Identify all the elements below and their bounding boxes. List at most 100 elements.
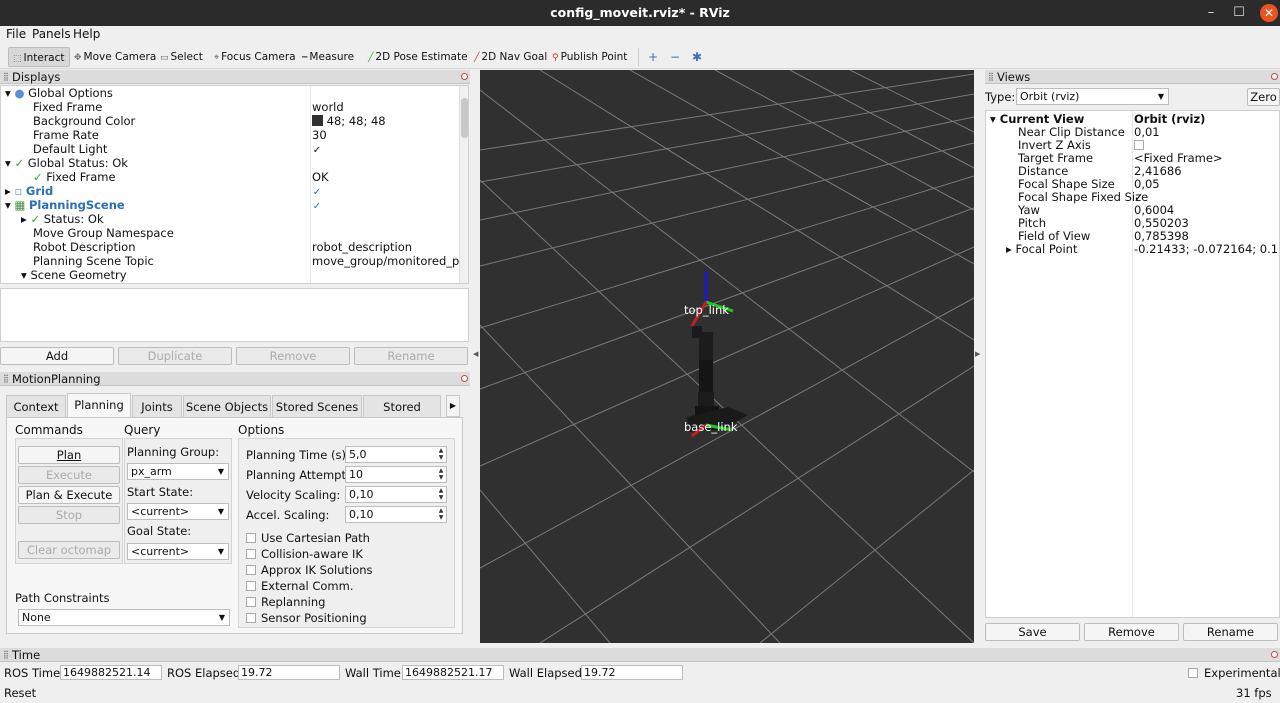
save-view-button[interactable]: Save [985, 623, 1080, 641]
path-constraints-select[interactable]: None ▼ [18, 609, 230, 626]
move-camera-tool[interactable]: ✥ Move Camera [70, 47, 160, 67]
planning-scene-checkbox[interactable]: ✓ [312, 198, 322, 212]
rename-display-button[interactable]: Rename [354, 347, 468, 365]
velocity-scaling-spinbox[interactable]: 0,10 ▲ ▼ [345, 486, 447, 503]
view-prop-label: Invert Z Axis [1018, 138, 1091, 152]
pose-estimate-tool[interactable]: ╱ 2D Pose Estimate [364, 47, 472, 67]
wall-elapsed-field[interactable]: 19.72 [581, 665, 683, 680]
planning-time-spinbox[interactable]: 5,0 ▲ ▼ [345, 446, 447, 463]
tree-row-status[interactable]: ▸ ✓ Status: Ok [21, 212, 104, 226]
interact-tool[interactable]: ⬚ Interact [8, 47, 70, 67]
tab-planning[interactable]: Planning [67, 393, 131, 417]
invert-z-checkbox[interactable] [1134, 140, 1144, 150]
add-tool-icon[interactable]: + [648, 50, 658, 64]
close-dock-icon[interactable] [461, 73, 468, 80]
remove-view-button[interactable]: Remove [1084, 623, 1179, 641]
view-prop-value[interactable]: 2,41686 [1134, 164, 1182, 178]
planning-group-select[interactable]: px_arm ▼ [127, 463, 229, 480]
tab-joints[interactable]: Joints [132, 395, 182, 417]
close-dock-icon[interactable] [461, 375, 468, 382]
remove-tool-icon[interactable]: − [670, 50, 680, 64]
fixed-frame-value[interactable]: world [312, 100, 344, 114]
view-prop-value[interactable]: 0,550203 [1134, 216, 1189, 230]
ps-topic-value[interactable]: move_group/monitored_p... [312, 254, 468, 268]
experimental-checkbox[interactable] [1188, 668, 1198, 678]
tab-scene-objects[interactable]: Scene Objects [183, 395, 271, 417]
menu-file[interactable]: File [6, 27, 26, 41]
render-viewport[interactable]: top_link base_link [480, 70, 974, 643]
spin-arrows-icon[interactable]: ▲ ▼ [436, 467, 446, 482]
spin-arrows-icon[interactable]: ▲ ▼ [436, 487, 446, 502]
robot-link [699, 360, 713, 392]
reset-button[interactable]: Reset [4, 686, 36, 700]
planning-attempts-spinbox[interactable]: 10 ▲ ▼ [345, 466, 447, 483]
tree-row-scene-geometry[interactable]: ▾ Scene Geometry [21, 268, 127, 282]
accel-scaling-spinbox[interactable]: 0,10 ▲ ▼ [345, 506, 447, 523]
cartesian-path-checkbox[interactable] [246, 533, 256, 543]
view-prop-value[interactable]: <Fixed Frame> [1134, 151, 1223, 165]
robot-desc-value[interactable]: robot_description [312, 240, 412, 254]
frame-rate-value[interactable]: 30 [312, 128, 327, 142]
ros-elapsed-field[interactable]: 19.72 [238, 665, 340, 680]
spin-arrows-icon[interactable]: ▲ ▼ [436, 447, 446, 462]
view-prop-value[interactable]: 0,01 [1134, 125, 1160, 139]
focal-point-value[interactable]: -0.21433; -0.072164; 0.11... [1134, 242, 1279, 256]
plan-button[interactable]: Plan [18, 446, 120, 464]
tree-row-global-options[interactable]: ▾ ● Global Options [5, 86, 113, 100]
execute-button[interactable]: Execute [18, 466, 120, 484]
sensor-positioning-checkbox[interactable] [246, 613, 256, 623]
stop-button[interactable]: Stop [18, 506, 120, 524]
start-state-select[interactable]: <current> ▼ [127, 503, 229, 520]
left-splitter-arrow-icon[interactable]: ◀ [473, 350, 478, 358]
focal-fixed-checkbox[interactable]: ✓ [1134, 190, 1144, 204]
publish-point-tool[interactable]: ⚲ Publish Point [548, 47, 631, 67]
tree-row-planning-scene[interactable]: ▾ ▦ PlanningScene [5, 198, 125, 212]
add-display-button[interactable]: Add [0, 347, 114, 365]
tree-row-grid[interactable]: ▸ ▫ Grid [5, 184, 53, 198]
plan-execute-button[interactable]: Plan & Execute [18, 486, 120, 504]
view-type-select[interactable]: Orbit (rviz) ▼ [1016, 88, 1169, 105]
grid-checkbox[interactable]: ✓ [312, 184, 322, 198]
scrollbar-thumb[interactable] [461, 98, 468, 138]
duplicate-display-button[interactable]: Duplicate [118, 347, 232, 365]
collision-aware-ik-checkbox[interactable] [246, 549, 256, 559]
goal-state-select[interactable]: <current> ▼ [127, 543, 229, 560]
zero-button[interactable]: Zero [1247, 88, 1280, 106]
current-view-row[interactable]: ▾ Current View [990, 112, 1084, 126]
view-prop-value[interactable]: 0,05 [1134, 177, 1160, 191]
focal-point-row[interactable]: ▸ Focal Point [1006, 242, 1077, 256]
close-button[interactable]: ✕ [1260, 4, 1278, 22]
minimize-button[interactable]: – [1198, 0, 1224, 26]
tab-stored-scenes[interactable]: Stored Scenes [272, 395, 362, 417]
measure-tool[interactable]: ━ Measure [298, 47, 358, 67]
nav-goal-tool[interactable]: ╱ 2D Nav Goal [470, 47, 551, 67]
bg-color-value[interactable]: 48; 48; 48 [312, 114, 386, 128]
maximize-button[interactable]: ☐ [1226, 0, 1252, 26]
menu-panels[interactable]: Panels [32, 27, 71, 41]
tab-context[interactable]: Context [6, 395, 66, 417]
spin-arrows-icon[interactable]: ▲ ▼ [436, 507, 446, 522]
tab-scroll-right-icon[interactable]: ▶ [446, 395, 460, 417]
tab-stored-states[interactable]: Stored States [363, 395, 441, 417]
replanning-checkbox[interactable] [246, 597, 256, 607]
right-splitter-arrow-icon[interactable]: ▶ [975, 350, 980, 358]
view-prop-value[interactable]: 0,785398 [1134, 229, 1189, 243]
clear-octomap-button[interactable]: Clear octomap [18, 541, 120, 559]
remove-display-button[interactable]: Remove [236, 347, 350, 365]
view-prop-value[interactable]: 0,6004 [1134, 203, 1174, 217]
approx-ik-checkbox[interactable] [246, 565, 256, 575]
tree-scrollbar[interactable] [459, 86, 468, 283]
tree-row-global-status[interactable]: ▾ ✓ Global Status: Ok [5, 156, 128, 170]
wall-time-field[interactable]: 1649882521.17 [402, 665, 504, 680]
close-dock-icon[interactable] [1271, 651, 1278, 658]
close-dock-icon[interactable] [1271, 73, 1278, 80]
menu-help[interactable]: Help [73, 27, 100, 41]
select-tool[interactable]: ▭ Select [156, 47, 207, 67]
rename-view-button[interactable]: Rename [1183, 623, 1278, 641]
tool-properties-icon[interactable]: ✱ [692, 50, 702, 64]
motion-tabs: Context Planning Joints Scene Objects St… [6, 393, 466, 417]
focus-camera-tool[interactable]: ⌖ Focus Camera [210, 47, 300, 67]
external-comm-checkbox[interactable] [246, 581, 256, 591]
ros-time-field[interactable]: 1649882521.14 [60, 665, 162, 680]
default-light-checkbox[interactable]: ✓ [312, 142, 322, 156]
